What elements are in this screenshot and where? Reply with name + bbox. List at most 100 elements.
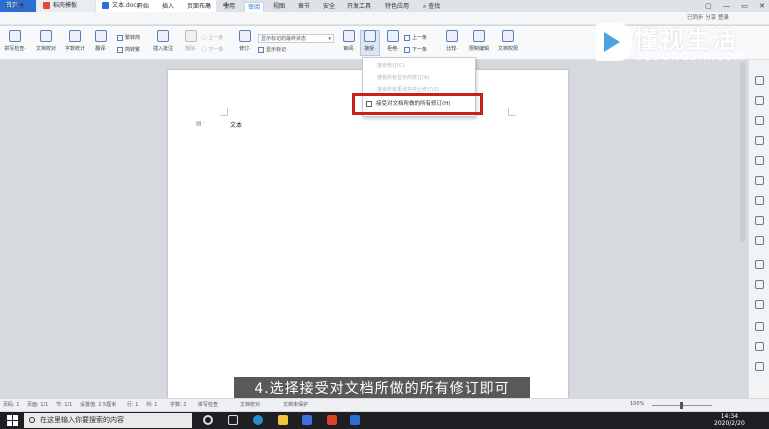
minimize-icon[interactable]: — — [723, 2, 730, 10]
sidebar-tool-icon[interactable] — [755, 280, 764, 289]
zoom-level[interactable]: 100% — [630, 401, 644, 407]
spell-check-button[interactable]: 拼写检查· — [2, 30, 28, 52]
show-markup-button[interactable]: 显示标记· — [258, 46, 288, 53]
markup-state-select[interactable]: 显示标记的最终状态 ▾ — [258, 34, 334, 43]
simp-trad-label: 繁转简 — [125, 35, 141, 41]
search-icon: ⌕ — [423, 3, 427, 10]
sidebar-tool-icon[interactable] — [755, 156, 764, 165]
menu-devtools[interactable]: 开发工具 — [344, 2, 374, 12]
trad-simp-button[interactable]: 简转繁 — [117, 46, 140, 53]
doc-rights-button[interactable]: 文档权限 — [495, 30, 521, 52]
simp-trad-button[interactable]: 繁转简 — [117, 34, 140, 41]
word-doc-icon — [102, 2, 109, 9]
next-revision-button[interactable]: 下一条 — [404, 46, 427, 53]
revise-label: 修订· — [239, 46, 251, 52]
translate-icon — [95, 30, 107, 42]
template-icon — [43, 2, 50, 9]
compare-icon — [446, 30, 458, 42]
cortana-icon[interactable] — [203, 415, 213, 425]
menu-view[interactable]: 视图 — [270, 2, 288, 12]
sidebar-tool-icon[interactable] — [755, 116, 764, 125]
menu-search-label: 查找 — [428, 3, 441, 10]
document-text[interactable]: 文本 — [230, 120, 242, 129]
menu-item-accept-all[interactable]: 接受对文档所做的所有修订(H) — [366, 99, 450, 107]
status-protect[interactable]: 文档未保护 — [283, 401, 308, 408]
wps-icon[interactable] — [327, 415, 337, 425]
word-count-button[interactable]: 字数统计 — [62, 30, 88, 52]
menu-features[interactable]: 特色应用 — [382, 2, 412, 12]
menu-item-accept-revision[interactable]: 接受修订(C) — [377, 62, 404, 69]
task-view-icon[interactable] — [228, 415, 238, 425]
menu-security[interactable]: 安全 — [320, 2, 338, 12]
reject-button[interactable]: 拒绝· — [380, 30, 406, 52]
sidebar-tool-icon[interactable] — [755, 236, 764, 245]
sidebar-tool-icon[interactable] — [755, 136, 764, 145]
menu-reference[interactable]: 引用 — [220, 2, 238, 12]
taskbar-search-input[interactable]: 在这里输入你要搜索的内容 — [24, 413, 192, 428]
menu-file[interactable]: 三 文件 — [2, 2, 28, 12]
translate-button[interactable]: 翻译· — [88, 30, 114, 52]
sidebar-tool-icon[interactable] — [755, 342, 764, 351]
insert-comment-button[interactable]: 插入批注 — [150, 30, 176, 52]
tab-template[interactable]: 稻壳模板 — [37, 0, 95, 12]
prev-comment-button[interactable]: ▢ 上一条 — [202, 34, 223, 41]
next-comment-button[interactable]: ▢ 下一条 — [202, 46, 223, 53]
prev-label: 上一条 — [208, 35, 224, 41]
margin-corner — [508, 108, 516, 116]
sidebar-tool-icon[interactable] — [755, 216, 764, 225]
window-layout-icon[interactable]: ▢ — [705, 2, 712, 10]
edge-browser-icon[interactable] — [253, 415, 263, 425]
close-icon[interactable]: ✕ — [759, 2, 765, 10]
show-markup-icon — [258, 46, 264, 53]
wps-writer-icon[interactable] — [350, 415, 360, 425]
window-controls: ▢ — ▭ ✕ — [696, 0, 765, 12]
menu-item-accept-stop[interactable]: 接受所有更改并停止修订(S) — [377, 86, 439, 93]
status-row: 行: 1 — [127, 402, 139, 408]
trad-simp-label: 简转繁 — [125, 47, 141, 53]
sidebar-tool-icon[interactable] — [755, 300, 764, 309]
sidebar-tool-icon[interactable] — [755, 322, 764, 331]
sidebar-tool-icon[interactable] — [755, 76, 764, 85]
sidebar-tool-icon[interactable] — [755, 196, 764, 205]
sidebar-tool-icon[interactable] — [755, 176, 764, 185]
sidebar-tool-icon[interactable] — [755, 260, 764, 269]
document-page[interactable] — [168, 70, 568, 405]
menu-insert[interactable]: 插入 — [159, 2, 177, 12]
delete-comment-button[interactable]: 删除· — [178, 30, 204, 52]
word-count-label: 字数统计 — [64, 46, 85, 52]
status-words: 字数: 2 — [170, 402, 187, 408]
menu-review[interactable]: 审阅 — [244, 2, 265, 12]
store-icon[interactable] — [302, 415, 312, 425]
doc-rights-label: 文档权限 — [497, 46, 518, 52]
menu-search[interactable]: ⌕ 查找 — [420, 2, 443, 12]
status-col: 列: 1 — [146, 402, 158, 408]
prev-revision-label: 上一条 — [412, 35, 428, 41]
taskbar-clock[interactable]: 14:34 2020/2/20 — [714, 413, 745, 427]
restrict-edit-label: 限制编辑 — [468, 46, 489, 52]
review-icon — [343, 30, 355, 42]
compare-label: 比较· — [446, 46, 458, 52]
cursor-icon[interactable] — [755, 96, 764, 105]
menu-item-accept-shown[interactable]: 接受所有显示的修订(A) — [377, 74, 429, 81]
maximize-icon[interactable]: ▭ — [741, 2, 748, 10]
revise-button[interactable]: 修订· — [232, 30, 258, 52]
doc-proof-label: 文档校对 — [35, 46, 56, 52]
markup-state-value: 显示标记的最终状态 — [261, 36, 307, 42]
sidebar-tool-icon[interactable] — [755, 362, 764, 371]
show-markup-label: 显示标记· — [266, 47, 288, 53]
menu-layout[interactable]: 页面布局 — [184, 2, 214, 12]
file-explorer-icon[interactable] — [278, 415, 288, 425]
menu-section[interactable]: 章节 — [295, 2, 313, 12]
paragraph-marker-icon[interactable]: ▤ · — [196, 120, 205, 127]
compare-button[interactable]: 比较· — [439, 30, 465, 52]
doc-proof-button[interactable]: 文档校对 — [33, 30, 59, 52]
status-spell-check[interactable]: 拼写检查 — [198, 401, 218, 408]
zoom-slider-thumb[interactable] — [680, 402, 683, 409]
vertical-scrollbar[interactable] — [740, 62, 746, 242]
lock-icon — [473, 30, 485, 42]
status-doc-proof[interactable]: 文档校对 — [240, 401, 260, 408]
windows-start-icon[interactable] — [7, 415, 18, 426]
restrict-edit-button[interactable]: 限制编辑 — [466, 30, 492, 52]
menu-start[interactable]: 开始 — [134, 2, 152, 12]
prev-revision-button[interactable]: 上一条 — [404, 34, 427, 41]
